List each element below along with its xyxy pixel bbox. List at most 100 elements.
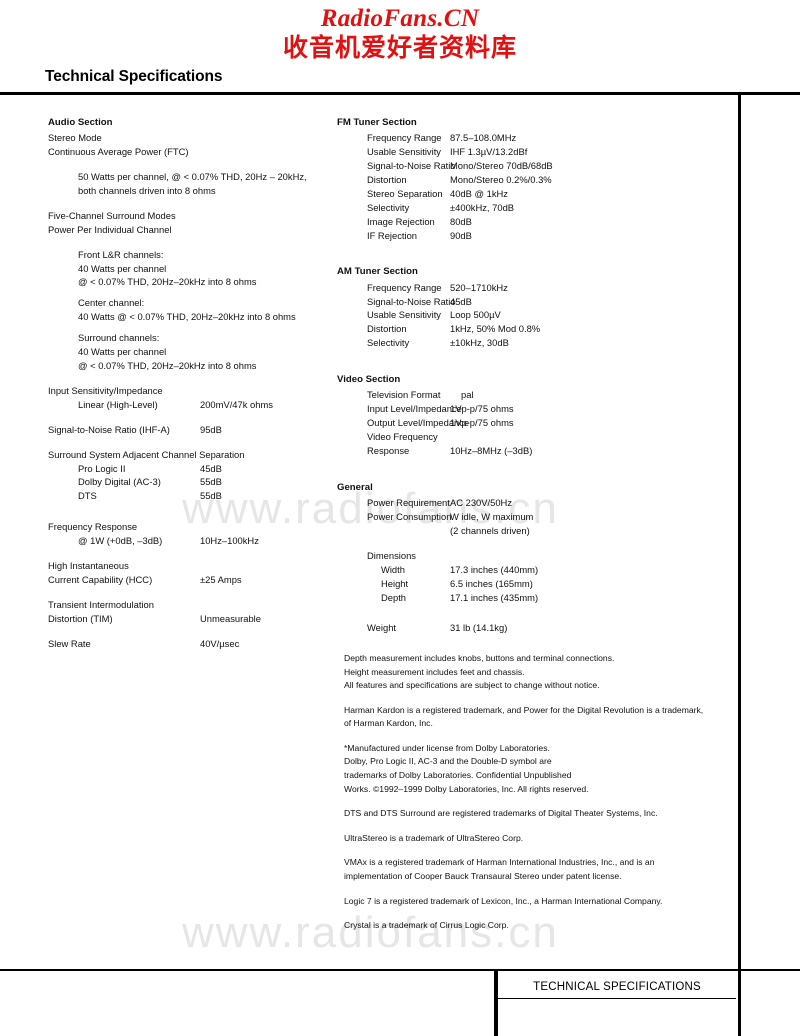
am-selectivity-value: ±10kHz, 30dB bbox=[450, 337, 509, 349]
fm-stereo-separation-label: Stereo Separation bbox=[367, 187, 443, 199]
spec-row-video-frequency: Video Frequency bbox=[337, 430, 732, 444]
spec-row-am-usable-sensitivity: Usable Sensitivity Loop 500µV bbox=[337, 308, 732, 322]
weight-value: 31 lb (14.1kg) bbox=[450, 622, 508, 634]
video-input-level-value: 1Vp-p/75 ohms bbox=[450, 403, 514, 415]
center-channel-line-1: 40 Watts @ < 0.07% THD, 20Hz–20kHz into … bbox=[78, 311, 296, 323]
hcc-label: Current Capability (HCC) bbox=[48, 573, 153, 585]
watermark-cjk-text: 收音机爱好者资料库 bbox=[282, 33, 517, 63]
note-measurement-line-2: Height measurement includes feet and cha… bbox=[344, 666, 525, 677]
spec-row-hcc: Current Capability (HCC) ±25 Amps bbox=[48, 573, 338, 587]
power-per-channel-label: Power Per Individual Channel bbox=[48, 223, 172, 235]
spec-row-tim: Distortion (TIM) Unmeasurable bbox=[48, 612, 338, 626]
depth-value: 17.1 inches (435mm) bbox=[450, 591, 539, 603]
section-heading-am-tuner: AM Tuner Section bbox=[337, 266, 418, 278]
spec-row-am-selectivity: Selectivity ±10kHz, 30dB bbox=[337, 336, 732, 350]
note-logic7-trademark: Logic 7 is a registered trademark of Lex… bbox=[344, 895, 734, 909]
spec-row-frequency-response: @ 1W (+0dB, –3dB) 10Hz–100kHz bbox=[48, 534, 338, 548]
tim-value: Unmeasurable bbox=[200, 612, 261, 624]
note-crystal-trademark: Crystal is a trademark of Cirrus Logic C… bbox=[344, 919, 734, 933]
section-heading-general: General bbox=[337, 481, 373, 493]
fm-if-rejection-value: 90dB bbox=[450, 229, 472, 241]
dts-value: 55dB bbox=[200, 490, 222, 502]
signal-to-noise-label: Signal-to-Noise Ratio (IHF-A) bbox=[48, 423, 170, 435]
spec-row-width: Width 17.3 inches (440mm) bbox=[337, 563, 732, 577]
note-measurement-line-3: All features and specifications are subj… bbox=[344, 680, 600, 691]
input-sensitivity-heading: Input Sensitivity/Impedance bbox=[48, 384, 163, 396]
fm-if-rejection-label: IF Rejection bbox=[367, 229, 418, 241]
dts-label: DTS bbox=[78, 490, 97, 502]
slew-rate-value: 40V/µsec bbox=[200, 637, 240, 649]
spec-row-pro-logic-ii: Pro Logic II 45dB bbox=[48, 462, 338, 476]
width-label: Width bbox=[381, 563, 405, 575]
spec-row-depth: Depth 17.1 inches (435mm) bbox=[337, 591, 732, 605]
spec-row-power-requirement: Power Requirement AC 230V/50Hz bbox=[337, 496, 732, 510]
note-vmax-line-1: VMAx is a registered trademark of Harman… bbox=[344, 857, 655, 868]
fm-distortion-value: Mono/Stereo 0.2%/0.3% bbox=[450, 173, 552, 185]
hcc-value: ±25 Amps bbox=[200, 573, 242, 585]
spec-row-fm-if-rejection: IF Rejection 90dB bbox=[337, 229, 732, 243]
note-ultrastereo-line-1: UltraStereo is a trademark of UltraStere… bbox=[344, 832, 524, 843]
spec-row-power-consumption: Power Consumption W idle, W maximum bbox=[337, 510, 732, 524]
tim-heading-line: Transient Intermodulation bbox=[48, 598, 154, 610]
television-format-label: Television Format bbox=[367, 389, 441, 401]
television-format-value: pal bbox=[461, 389, 474, 401]
video-output-level-value: 1Vp-p/75 ohms bbox=[450, 417, 514, 429]
fm-usable-sensitivity-label: Usable Sensitivity bbox=[367, 146, 441, 158]
page-title: Technical Specifications bbox=[45, 68, 223, 85]
spec-row-fm-image-rejection: Image Rejection 80dB bbox=[337, 215, 732, 229]
section-heading-video: Video Section bbox=[337, 374, 401, 386]
note-dolby-line-3: trademarks of Dolby Laboratories. Confid… bbox=[344, 770, 572, 781]
note-vmax-line-2: implementation of Cooper Bauck Transaura… bbox=[344, 870, 622, 881]
weight-label: Weight bbox=[367, 622, 397, 634]
height-value: 6.5 inches (165mm) bbox=[450, 577, 533, 589]
cap-spec-line-2: both channels driven into 8 ohms bbox=[78, 184, 216, 196]
spec-row-input-sensitivity: Linear (High-Level) 200mV/47k ohms bbox=[48, 398, 338, 412]
fm-frequency-range-value: 87.5–108.0MHz bbox=[450, 132, 517, 144]
note-harman-line-1: Harman Kardon is a registered trademark,… bbox=[344, 704, 704, 715]
spec-row-height: Height 6.5 inches (165mm) bbox=[337, 577, 732, 591]
surround-channels-line-2: @ < 0.07% THD, 20Hz–20kHz into 8 ohms bbox=[78, 359, 257, 371]
section-heading-audio: Audio Section bbox=[48, 117, 113, 128]
spec-row-video-output-level: Output Level/Impedance 1Vp-p/75 ohms bbox=[337, 416, 732, 430]
power-consumption-value-continued: (2 channels driven) bbox=[450, 524, 530, 536]
signal-to-noise-value: 95dB bbox=[200, 423, 222, 435]
spec-row-slew-rate: Slew Rate 40V/µsec bbox=[48, 637, 338, 651]
fm-selectivity-value: ±400kHz, 70dB bbox=[450, 201, 515, 213]
am-signal-to-noise-value: 45dB bbox=[450, 295, 472, 307]
fm-signal-to-noise-label: Signal-to-Noise Ratio bbox=[367, 160, 456, 171]
cap-spec-line-1: 50 Watts per channel, @ < 0.07% THD, 20H… bbox=[78, 171, 307, 182]
section-heading-fm-tuner: FM Tuner Section bbox=[337, 117, 417, 128]
fm-distortion-label: Distortion bbox=[367, 173, 407, 185]
power-consumption-value: W idle, W maximum bbox=[450, 510, 534, 522]
frequency-response-heading: Frequency Response bbox=[48, 521, 138, 533]
center-channel-title: Center channel: bbox=[78, 297, 145, 309]
site-watermark-header: RadioFans.CN 收音机爱好者资料库 bbox=[0, 5, 800, 64]
footer-label-box: TECHNICAL SPECIFICATIONS bbox=[498, 975, 736, 999]
power-requirement-label: Power Requirement bbox=[367, 497, 450, 509]
fm-usable-sensitivity-value: IHF 1.3µV/13.2dBf bbox=[450, 146, 528, 158]
tuner-video-general-column: FM Tuner Section Frequency Range 87.5–10… bbox=[337, 116, 732, 635]
front-channels-line-1: 40 Watts per channel bbox=[78, 262, 167, 274]
spec-row-video-response: Response 10Hz–8MHz (–3dB) bbox=[337, 444, 732, 458]
channel-separation-heading: Surround System Adjacent Channel Separat… bbox=[48, 448, 245, 460]
note-dolby-trademark: *Manufactured under license from Dolby L… bbox=[344, 742, 734, 796]
footer-label: TECHNICAL SPECIFICATIONS bbox=[533, 980, 701, 993]
note-measurement: Depth measurement includes knobs, button… bbox=[344, 652, 734, 693]
spec-row-dts: DTS 55dB bbox=[48, 489, 338, 503]
dimensions-label: Dimensions bbox=[367, 549, 416, 561]
surround-channels-title: Surround channels: bbox=[78, 332, 160, 344]
note-dolby-line-4: Works. ©1992–1999 Dolby Laboratories, In… bbox=[344, 783, 589, 794]
spec-row-fm-usable-sensitivity: Usable Sensitivity IHF 1.3µV/13.2dBf bbox=[337, 145, 732, 159]
note-vmax-trademark: VMAx is a registered trademark of Harman… bbox=[344, 856, 734, 883]
front-channels-title: Front L&R channels: bbox=[78, 248, 164, 260]
am-distortion-value: 1kHz, 50% Mod 0.8% bbox=[450, 323, 541, 335]
input-sensitivity-value: 200mV/47k ohms bbox=[200, 398, 273, 410]
note-measurement-line-1: Depth measurement includes knobs, button… bbox=[344, 653, 615, 663]
hcc-heading-line: High Instantaneous bbox=[48, 560, 129, 572]
spec-row-dolby-digital: Dolby Digital (AC-3) 55dB bbox=[48, 475, 338, 489]
stereo-mode-label: Stereo Mode bbox=[48, 132, 102, 144]
dolby-digital-label: Dolby Digital (AC-3) bbox=[78, 476, 161, 488]
footer-rule bbox=[0, 969, 800, 971]
audio-section-column: Audio Section Stereo Mode Continuous Ave… bbox=[48, 116, 338, 651]
note-harman-line-2: of Harman Kardon, Inc. bbox=[344, 718, 433, 729]
